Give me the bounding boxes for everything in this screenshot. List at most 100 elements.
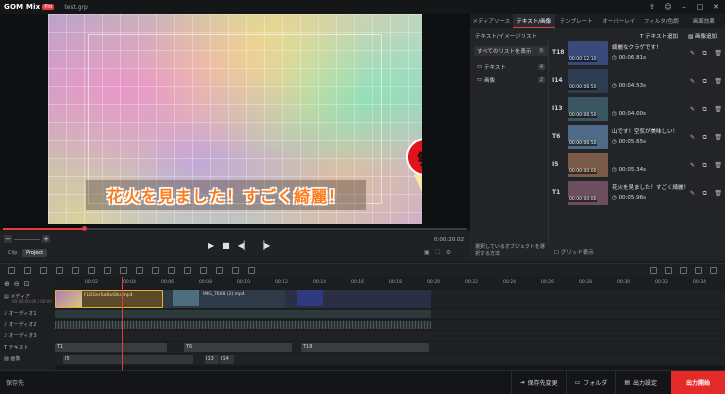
zoom-slider[interactable] xyxy=(14,239,40,240)
list-item[interactable]: I14 00:00:06:50 ◷ 00:04.53s ✎ ⧉ 🗑 xyxy=(550,68,725,95)
edit-icon[interactable]: ✎ xyxy=(690,50,695,58)
clip-mode-chip[interactable]: Clip xyxy=(4,249,21,257)
filter-icon[interactable] xyxy=(232,267,239,274)
stop-icon[interactable]: ■ xyxy=(222,241,230,250)
cut-icon[interactable] xyxy=(88,267,95,274)
tab-filter[interactable]: フィルタ/色調 xyxy=(640,14,683,28)
minimize-icon[interactable]: – xyxy=(679,2,689,12)
rotate-icon[interactable] xyxy=(152,267,159,274)
text-clip-1[interactable]: T1 xyxy=(55,343,167,352)
delete-icon[interactable] xyxy=(40,267,47,274)
image-clip-3[interactable]: I14 xyxy=(220,355,234,364)
crop-icon[interactable] xyxy=(120,267,127,274)
duplicate-icon[interactable]: ⧉ xyxy=(703,50,707,58)
output-settings-button[interactable]: ▤ 出力設定 xyxy=(615,370,665,394)
duplicate-icon[interactable]: ⧉ xyxy=(703,162,707,170)
list-item[interactable]: I5 00:00:00:00 ◷ 00:05.34s ✎ ⧉ 🗑 xyxy=(550,152,725,179)
edit-icon[interactable]: ✎ xyxy=(690,78,695,86)
image-clip-2[interactable]: I13 xyxy=(205,355,219,364)
edit-icon[interactable]: ✎ xyxy=(690,134,695,142)
category-text[interactable]: ▭ テキスト 4 xyxy=(474,62,548,72)
tab-media-source[interactable]: メディアソース xyxy=(470,14,513,28)
item-timecode: 00:00:12:10 xyxy=(568,57,598,62)
delete-icon[interactable]: 🗑 xyxy=(714,190,722,198)
zoom-in-icon[interactable]: ⊕ xyxy=(4,280,10,288)
settings-icon[interactable]: ⚙ xyxy=(446,249,451,257)
zoom-in-button[interactable]: + xyxy=(42,235,50,243)
next-frame-icon[interactable]: ▕▶ xyxy=(258,241,270,250)
paste-icon[interactable] xyxy=(72,267,79,274)
tab-overlay[interactable]: オーバーレイ xyxy=(598,14,641,28)
user-icon[interactable]: ☺ xyxy=(663,2,673,12)
redo-icon[interactable] xyxy=(24,267,31,274)
duplicate-icon[interactable]: ⧉ xyxy=(703,134,707,142)
media-clip-3[interactable] xyxy=(285,290,431,308)
edit-icon[interactable]: ✎ xyxy=(690,190,695,198)
tab-text-image[interactable]: テキスト/画像 xyxy=(512,14,555,28)
delete-icon[interactable]: 🗑 xyxy=(714,78,722,86)
ruler-tick: 00:34 xyxy=(693,280,706,285)
save-location-button[interactable]: ⇥ 保存先変更 xyxy=(510,370,566,394)
project-mode-chip[interactable]: Project xyxy=(22,249,48,257)
category-all[interactable]: すべてのリストを表示 6 xyxy=(474,46,548,56)
timeline-ruler[interactable]: 00:02 00:04 00:06 00:08 00:10 00:12 00:14 00:16… xyxy=(55,277,725,289)
list-item[interactable]: I13 00:00:06:50 ◷ 00:04.00s ✎ ⧉ 🗑 xyxy=(550,96,725,123)
list-item[interactable]: T1 00:00:00:00 花火を見ました！すごく綺麗！ ◷ 00:05.96s ✎ ⧉… xyxy=(550,180,725,207)
edit-icon[interactable]: ✎ xyxy=(690,162,695,170)
fit-icon[interactable] xyxy=(650,267,657,274)
caption-overlay[interactable]: 花火を見ました！すごく綺麗！ xyxy=(86,180,366,210)
delete-icon[interactable]: 🗑 xyxy=(714,134,722,142)
media-clip-2[interactable]: IMG_7608 (2).mp4 xyxy=(163,290,285,308)
fx-icon[interactable] xyxy=(248,267,255,274)
color-icon[interactable] xyxy=(200,267,207,274)
duplicate-icon[interactable]: ⧉ xyxy=(703,78,707,86)
maximize-icon[interactable]: □ xyxy=(695,2,705,12)
fullscreen-icon[interactable]: ⛶ xyxy=(436,249,440,257)
transition-icon[interactable] xyxy=(216,267,223,274)
copy-icon[interactable] xyxy=(56,267,63,274)
export-button[interactable]: 出力開始 xyxy=(671,370,725,394)
undo-icon[interactable] xyxy=(8,267,15,274)
flip-icon[interactable] xyxy=(168,267,175,274)
category-image[interactable]: ▭ 画像 2 xyxy=(474,75,548,85)
delete-icon[interactable]: 🗑 xyxy=(714,162,722,170)
edit-icon[interactable]: ✎ xyxy=(690,106,695,114)
waveform[interactable] xyxy=(55,321,431,329)
close-icon[interactable]: ✕ xyxy=(711,2,721,12)
text-clip-3[interactable]: T18 xyxy=(301,343,429,352)
play-icon[interactable]: ▶ xyxy=(208,241,214,250)
zoom-out-button[interactable]: − xyxy=(4,235,12,243)
zoom-out-icon[interactable]: ⊖ xyxy=(14,280,20,288)
ruler-tick: 00:32 xyxy=(655,280,668,285)
delete-icon[interactable]: 🗑 xyxy=(714,106,722,114)
add-image-button[interactable]: ▨ 画像追加 xyxy=(688,32,717,40)
tab-template[interactable]: テンプレート xyxy=(555,14,598,28)
share-icon[interactable]: ⇪ xyxy=(647,2,657,12)
magnet-icon[interactable] xyxy=(680,267,687,274)
duplicate-icon[interactable]: ⧉ xyxy=(703,190,707,198)
image-clip-1[interactable]: I5 xyxy=(63,355,193,364)
marker-icon[interactable] xyxy=(695,267,702,274)
tab-screen-effect[interactable]: 画面効果 xyxy=(683,14,725,28)
audio-clip[interactable] xyxy=(55,310,431,318)
zoom-fit-icon[interactable]: ⊡ xyxy=(24,280,30,288)
delete-icon[interactable]: 🗑 xyxy=(714,50,722,58)
snapshot-icon[interactable]: ▣ xyxy=(424,249,430,257)
list-item[interactable]: T6 00:00:06:50 山です！空気が美味しい！ ◷ 00:05.65s ✎ ⧉ 🗑 xyxy=(550,124,725,151)
track-audio2-label: ♪ オーディオ2 xyxy=(4,322,37,328)
video-preview[interactable]: 祭 花火を見ました！すごく綺麗！ xyxy=(48,14,422,224)
duplicate-icon[interactable]: ⧉ xyxy=(703,106,707,114)
text-clip-2[interactable]: T6 xyxy=(184,343,292,352)
expand-icon[interactable] xyxy=(710,267,717,274)
grid-toggle[interactable]: ☐ グリッド表示 xyxy=(554,248,594,256)
snap-icon[interactable] xyxy=(665,267,672,274)
folder-button[interactable]: ▭ フォルダ xyxy=(565,370,616,394)
playhead[interactable] xyxy=(122,277,123,370)
speed-icon[interactable] xyxy=(136,267,143,274)
volume-icon[interactable] xyxy=(184,267,191,274)
prev-frame-icon[interactable]: ◀▏ xyxy=(238,241,250,250)
list-item[interactable]: T18 00:00:12:10 綺麗なクラゲです！ ◷ 00:06.81s ✎ ⧉ 🗑 xyxy=(550,40,725,67)
media-clip-1[interactable]: FLOGerSaBwSlkr.mp4 xyxy=(55,290,163,308)
split-icon[interactable] xyxy=(104,267,111,274)
add-text-button[interactable]: T テキスト追加 xyxy=(640,32,678,40)
